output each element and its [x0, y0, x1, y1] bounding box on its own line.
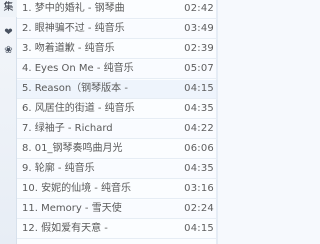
song-duration: 02:39 [184, 43, 214, 54]
song-title: 1. 梦中的婚礼 - 钢琴曲 [22, 3, 125, 14]
song-row[interactable]: 6. 风居住的街道 - 纯音乐 04:35 [17, 100, 218, 119]
song-row[interactable]: 12. 假如爱有天意 - 04:15 [17, 220, 218, 239]
song-duration: 04:35 [184, 103, 214, 114]
song-duration: 02:24 [184, 203, 214, 214]
song-title: 11. Memory - 雪天使 [22, 203, 122, 214]
song-title: 3. 吻着道歉 - 纯音乐 [22, 43, 115, 54]
song-title: 8. 01_钢琴奏鸣曲月光 [22, 143, 123, 154]
song-row[interactable]: 3. 吻着道歉 - 纯音乐 02:39 [17, 40, 218, 59]
flower-icon[interactable]: ❀ [3, 45, 14, 56]
song-duration: 05:07 [184, 63, 214, 74]
song-row[interactable]: 4. Eyes On Me - 纯音乐 05:07 [17, 60, 218, 79]
playlist-scrollbar[interactable] [216, 0, 218, 244]
song-duration: 04:15 [184, 83, 214, 94]
song-title: 9. 轮廓 - 纯音乐 [22, 163, 95, 174]
song-row[interactable]: 2. 眼神骗不过 - 纯音乐 03:49 [17, 20, 218, 39]
song-list: 1. 梦中的婚礼 - 钢琴曲 02:42 2. 眼神骗不过 - 纯音乐 03:4… [17, 0, 218, 244]
song-title: 6. 风居住的街道 - 纯音乐 [22, 103, 135, 114]
song-title: 10. 安妮的仙境 - 纯音乐 [22, 183, 132, 194]
song-title: 7. 绿袖子 - Richard [22, 123, 113, 134]
song-row[interactable]: 8. 01_钢琴奏鸣曲月光 06:06 [17, 140, 218, 159]
song-row[interactable]: 5. Reason（钢琴版本 - 04:15 [17, 80, 218, 99]
song-duration: 04:15 [184, 223, 214, 234]
song-title: 5. Reason（钢琴版本 - [22, 83, 128, 94]
heart-icon[interactable]: ❤ [3, 27, 14, 38]
song-row[interactable]: 1. 梦中的婚礼 - 钢琴曲 02:42 [17, 0, 218, 19]
song-row[interactable]: 9. 轮廓 - 纯音乐 04:35 [17, 160, 218, 179]
song-duration: 03:16 [184, 183, 214, 194]
song-row[interactable]: 11. Memory - 雪天使 02:24 [17, 200, 218, 219]
song-title: 2. 眼神骗不过 - 纯音乐 [22, 23, 125, 34]
song-title: 12. 假如爱有天意 - [22, 223, 108, 234]
song-duration: 04:35 [184, 163, 214, 174]
song-duration: 02:42 [184, 3, 214, 14]
sidebar-collection-label[interactable]: 集 [0, 0, 17, 17]
song-row[interactable]: 7. 绿袖子 - Richard 04:22 [17, 120, 218, 139]
song-duration: 06:06 [184, 143, 214, 154]
playlist-sidebar: 集 ❤ ❀ [0, 0, 17, 244]
song-row[interactable]: 10. 安妮的仙境 - 纯音乐 03:16 [17, 180, 218, 199]
music-playlist-window: 集 ❤ ❀ 1. 梦中的婚礼 - 钢琴曲 02:42 2. 眼神骗不过 - 纯音… [0, 0, 218, 244]
song-duration: 03:49 [184, 23, 214, 34]
song-duration: 04:22 [184, 123, 214, 134]
song-title: 4. Eyes On Me - 纯音乐 [22, 63, 134, 74]
